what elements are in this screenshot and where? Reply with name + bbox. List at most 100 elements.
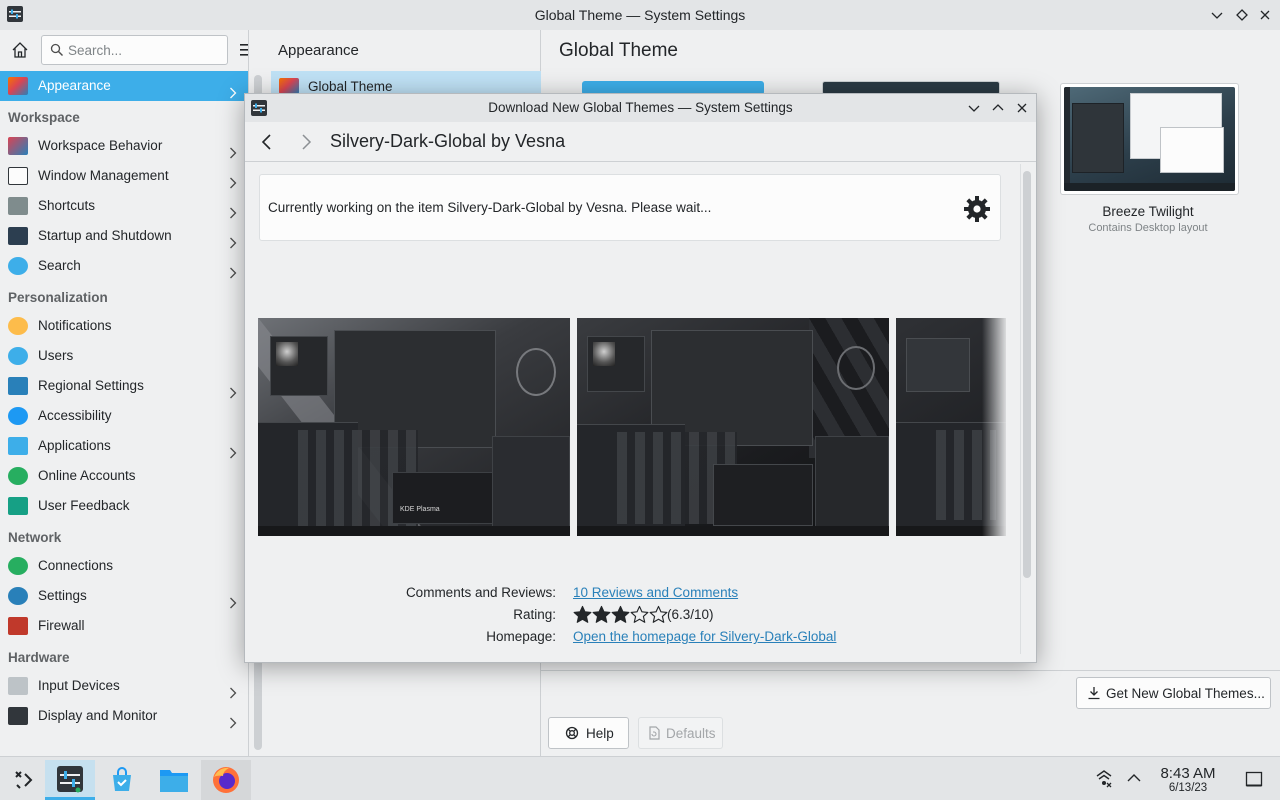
- applications-icon: [8, 437, 28, 455]
- get-new-themes-button[interactable]: Get New Global Themes...: [1076, 677, 1271, 709]
- screenshot-photo: [276, 342, 298, 366]
- download-themes-dialog: Download New Global Themes — System Sett…: [244, 93, 1037, 663]
- sidebar-item-search[interactable]: Search: [0, 251, 248, 281]
- forward-arrow-icon[interactable]: [298, 132, 314, 155]
- help-button[interactable]: Help: [548, 717, 629, 749]
- sidebar-item-users[interactable]: Users: [0, 341, 248, 371]
- defaults-label: Defaults: [666, 726, 716, 741]
- sidebar-item-appearance[interactable]: Appearance: [0, 71, 248, 101]
- sidebar-item-label: Accessibility: [38, 408, 112, 423]
- search-globe-icon: [8, 257, 28, 275]
- screenshot-fade: [982, 318, 1006, 536]
- sidebar-item-window-management[interactable]: Window Management: [0, 161, 248, 191]
- sidebar-toolbar: [0, 30, 248, 70]
- sidebar-item-label: Display and Monitor: [38, 708, 158, 723]
- workspace-behavior-icon: [8, 137, 28, 155]
- home-icon[interactable]: [10, 40, 30, 63]
- theme-screenshot-3[interactable]: [896, 318, 1006, 536]
- sidebar-item-label: Appearance: [38, 78, 111, 93]
- taskbar-discover[interactable]: [97, 760, 147, 800]
- show-desktop-icon[interactable]: [1245, 770, 1263, 791]
- rating-value: (6.3/10): [667, 607, 714, 622]
- subcategory-heading: Appearance: [278, 42, 359, 59]
- screenshot-settings-panel: [815, 436, 889, 528]
- sidebar-item-firewall[interactable]: Firewall: [0, 611, 248, 641]
- screenshot-window: [906, 338, 970, 392]
- maximize-icon[interactable]: [1234, 7, 1250, 23]
- taskbar-dolphin[interactable]: [149, 760, 199, 800]
- sidebar-item-input-devices[interactable]: Input Devices: [0, 671, 248, 701]
- system-settings-icon: [57, 766, 83, 793]
- sidebar-item-accessibility[interactable]: Accessibility: [0, 401, 248, 431]
- taskbar-system-settings[interactable]: [45, 760, 95, 800]
- network-tray-icon[interactable]: [1095, 770, 1113, 791]
- divider: [541, 670, 1280, 671]
- clock-date[interactable]: 6/13/23: [1153, 782, 1223, 794]
- sidebar-item-workspace-behavior[interactable]: Workspace Behavior: [0, 131, 248, 161]
- back-arrow-icon[interactable]: [259, 132, 275, 155]
- sidebar-item-display-and-monitor[interactable]: Display and Monitor: [0, 701, 248, 731]
- rating-label: Rating:: [513, 607, 556, 622]
- sidebar-item-label: Notifications: [38, 318, 112, 333]
- preview-window-dark: [1072, 103, 1124, 173]
- sidebar-section-header: Workspace: [8, 110, 80, 125]
- comments-link[interactable]: 10 Reviews and Comments: [573, 585, 738, 600]
- sidebar-section-header: Personalization: [8, 290, 108, 305]
- screenshot-clock: [516, 348, 556, 396]
- dialog-title: Download New Global Themes — System Sett…: [488, 100, 793, 115]
- screenshot-taskbar: [258, 526, 570, 536]
- sidebar-item-applications[interactable]: Applications: [0, 431, 248, 461]
- hamburger-menu-icon[interactable]: [239, 43, 248, 60]
- sidebar-item-shortcuts[interactable]: Shortcuts: [0, 191, 248, 221]
- app-launcher-button[interactable]: [0, 760, 50, 800]
- online-accounts-icon: [8, 467, 28, 485]
- theme-screenshot-2[interactable]: [577, 318, 889, 536]
- connections-icon: [8, 557, 28, 575]
- tray-expand-icon[interactable]: [1126, 772, 1142, 787]
- busy-status-box: Currently working on the item Silvery-Da…: [259, 174, 1001, 241]
- appearance-icon: [8, 77, 28, 95]
- feedback-icon: [8, 497, 28, 515]
- dialog-close-icon[interactable]: [1014, 100, 1030, 116]
- screenshot-caption: KDE Plasma: [400, 506, 440, 513]
- help-label: Help: [586, 726, 614, 741]
- star-filled-icon: [573, 605, 592, 627]
- sidebar-item-connections[interactable]: Connections: [0, 551, 248, 581]
- sidebar-item-settings[interactable]: Settings: [0, 581, 248, 611]
- sidebar-item-online-accounts[interactable]: Online Accounts: [0, 461, 248, 491]
- theme-card-name: Breeze Twilight: [1102, 204, 1194, 219]
- close-icon[interactable]: [1257, 7, 1273, 23]
- regional-icon: [8, 377, 28, 395]
- theme-card-breeze-twilight[interactable]: [1060, 83, 1239, 195]
- homepage-link[interactable]: Open the homepage for Silvery-Dark-Globa…: [573, 629, 836, 644]
- sidebar-item-label: Users: [38, 348, 74, 363]
- dialog-titlebar: Download New Global Themes — System Sett…: [245, 94, 1036, 122]
- sidebar-nav: Appearance Workspace Workspace Behavior Win…: [0, 71, 248, 731]
- window-title: Global Theme — System Settings: [534, 7, 746, 23]
- comments-row: Comments and Reviews: 10 Reviews and Com…: [245, 585, 1024, 603]
- sidebar-item-label: Connections: [38, 558, 114, 573]
- sidebar-item-label: Input Devices: [38, 678, 120, 693]
- sidebar-item-startup-and-shutdown[interactable]: Startup and Shutdown: [0, 221, 248, 251]
- theme-screenshot-1[interactable]: KDE Plasma: [258, 318, 570, 536]
- dialog-scrollbar-handle[interactable]: [1023, 171, 1031, 578]
- sidebar-item-user-feedback[interactable]: User Feedback: [0, 491, 248, 521]
- window-titlebar: Global Theme — System Settings: [0, 0, 1280, 30]
- sidebar-item-label: Regional Settings: [38, 378, 144, 393]
- bell-icon: [8, 317, 28, 335]
- dialog-maximize-icon[interactable]: [990, 100, 1006, 116]
- search-field[interactable]: [41, 35, 228, 65]
- defaults-button[interactable]: Defaults: [638, 717, 723, 749]
- screenshot-taskbar: [577, 526, 889, 536]
- sidebar-item-label: Shortcuts: [38, 198, 96, 213]
- taskbar-firefox[interactable]: [201, 760, 251, 800]
- accessibility-icon: [8, 407, 28, 425]
- star-filled-icon: [592, 605, 611, 627]
- dialog-header: Silvery-Dark-Global by Vesna: [245, 122, 1036, 162]
- clock-time[interactable]: 8:43 AM: [1153, 765, 1223, 782]
- sidebar-item-notifications[interactable]: Notifications: [0, 311, 248, 341]
- dialog-minimize-icon[interactable]: [966, 100, 982, 116]
- minimize-icon[interactable]: [1209, 7, 1225, 23]
- search-input[interactable]: [68, 41, 223, 59]
- sidebar-item-regional-settings[interactable]: Regional Settings: [0, 371, 248, 401]
